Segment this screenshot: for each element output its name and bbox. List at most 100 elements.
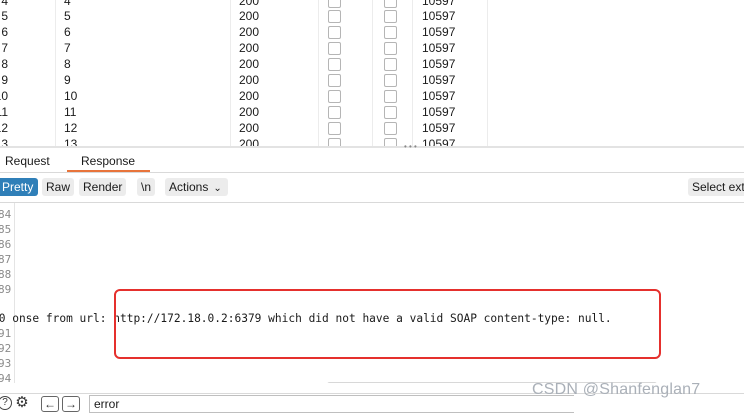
table-row[interactable]: 11 11 200 10597 [0,104,744,120]
annotation-highlight-box [114,289,661,359]
row-payload: 11 [64,105,77,119]
line-number: 87 [0,253,12,266]
row-timeout-checkbox[interactable] [384,26,397,39]
table-row[interactable]: 6 6 200 10597 [0,24,744,40]
actions-dropdown[interactable]: Actions ⌄ [165,178,228,196]
chevron-down-icon: ⌄ [213,183,222,194]
row-index: 8 [1,57,8,71]
row-status: 200 [239,57,260,71]
line-number: 88 [0,268,12,281]
row-index: 13 [0,137,8,146]
row-error-checkbox[interactable] [328,74,341,87]
raw-button[interactable]: Raw [42,178,75,196]
table-row[interactable]: 5 5 200 10597 [0,8,744,24]
row-status: 200 [239,121,260,135]
row-error-checkbox[interactable] [328,106,341,119]
render-button[interactable]: Render [79,178,127,196]
row-timeout-checkbox[interactable] [384,0,397,8]
row-error-checkbox[interactable] [328,58,341,71]
line-number: 86 [0,238,12,251]
row-timeout-checkbox[interactable] [384,122,397,135]
line-number: 94 [0,372,12,383]
row-error-checkbox[interactable] [328,122,341,135]
row-length: 10597 [422,57,456,71]
row-index: 10 [0,89,8,103]
tab-response[interactable]: Response [81,154,135,168]
select-extension-button[interactable]: Select ext [688,178,744,196]
row-status: 200 [239,41,260,55]
row-length: 10597 [422,89,456,103]
table-row[interactable]: 8 8 200 10597 [0,56,744,72]
row-payload: 6 [64,25,71,39]
row-status: 200 [239,9,260,23]
row-error-checkbox[interactable] [328,138,341,146]
row-timeout-checkbox[interactable] [384,74,397,87]
help-icon[interactable]: ? [0,396,12,410]
row-status: 200 [239,0,260,8]
line-number: 89 [0,283,12,296]
forward-arrow-icon[interactable]: → [62,396,80,412]
row-length: 10597 [422,105,456,119]
row-payload: 8 [64,57,71,71]
row-error-checkbox[interactable] [328,90,341,103]
line-number: 85 [0,223,12,236]
row-status: 200 [239,137,260,146]
row-status: 200 [239,89,260,103]
line-number-gutter: 84 85 86 87 88 89 91 92 93 94 [0,203,15,383]
row-error-checkbox[interactable] [328,26,341,39]
row-status: 200 [239,25,260,39]
response-editor[interactable]: 84 85 86 87 88 89 91 92 93 94 90 onse fr… [0,203,744,383]
search-input[interactable] [89,395,574,413]
pretty-button[interactable]: Pretty [0,178,39,196]
row-length: 10597 [422,41,456,55]
line-number: 84 [0,208,12,221]
row-length: 10597 [422,121,456,135]
row-payload: 12 [64,121,78,135]
row-index: 11 [0,105,8,119]
row-timeout-checkbox[interactable] [384,90,397,103]
row-payload: 9 [64,73,71,87]
actions-label: Actions [169,180,209,194]
table-row[interactable]: 12 12 200 10597 [0,120,744,136]
row-length: 10597 [422,25,456,39]
row-timeout-checkbox[interactable] [384,42,397,55]
row-timeout-checkbox[interactable] [384,138,397,146]
line-number: 92 [0,342,12,355]
response-toolbar: Pretty Raw Render \n Actions ⌄ Select ext [0,173,744,203]
tab-request[interactable]: Request [5,154,50,168]
row-length: 10597 [422,137,456,146]
message-tabs: Request Response [0,148,744,173]
row-payload: 10 [64,89,78,103]
row-timeout-checkbox[interactable] [384,58,397,71]
row-error-checkbox[interactable] [328,0,341,8]
watermark-text: CSDN @Shanfenglan7 [532,381,701,398]
row-index: 12 [0,121,8,135]
row-index: 4 [1,0,8,8]
newline-toggle-button[interactable]: \n [137,178,156,196]
row-payload: 4 [64,0,71,8]
line-number: 93 [0,357,12,370]
row-error-checkbox[interactable] [328,10,341,23]
results-table: 4 4 200 10597 5 5 200 10597 6 6 200 1059… [0,0,744,146]
row-index: 6 [1,25,8,39]
row-error-checkbox[interactable] [328,42,341,55]
row-timeout-checkbox[interactable] [384,106,397,119]
row-timeout-checkbox[interactable] [384,10,397,23]
row-length: 10597 [422,73,456,87]
row-index: 5 [1,9,8,23]
row-status: 200 [239,73,260,87]
back-arrow-icon[interactable]: ← [41,396,59,412]
gear-icon[interactable]: ⚙ [15,395,29,410]
active-tab-indicator [67,170,150,172]
row-status: 200 [239,105,260,119]
table-row[interactable]: 10 10 200 10597 [0,88,744,104]
row-index: 7 [1,41,8,55]
table-row[interactable]: 13 13 200 10597 [0,136,744,146]
table-row[interactable]: 7 7 200 10597 [0,40,744,56]
row-index: 9 [1,73,8,87]
row-length: 10597 [422,9,456,23]
row-payload: 7 [64,41,71,55]
row-payload: 5 [64,9,71,23]
line-number: 91 [0,327,12,340]
table-row[interactable]: 9 9 200 10597 [0,72,744,88]
